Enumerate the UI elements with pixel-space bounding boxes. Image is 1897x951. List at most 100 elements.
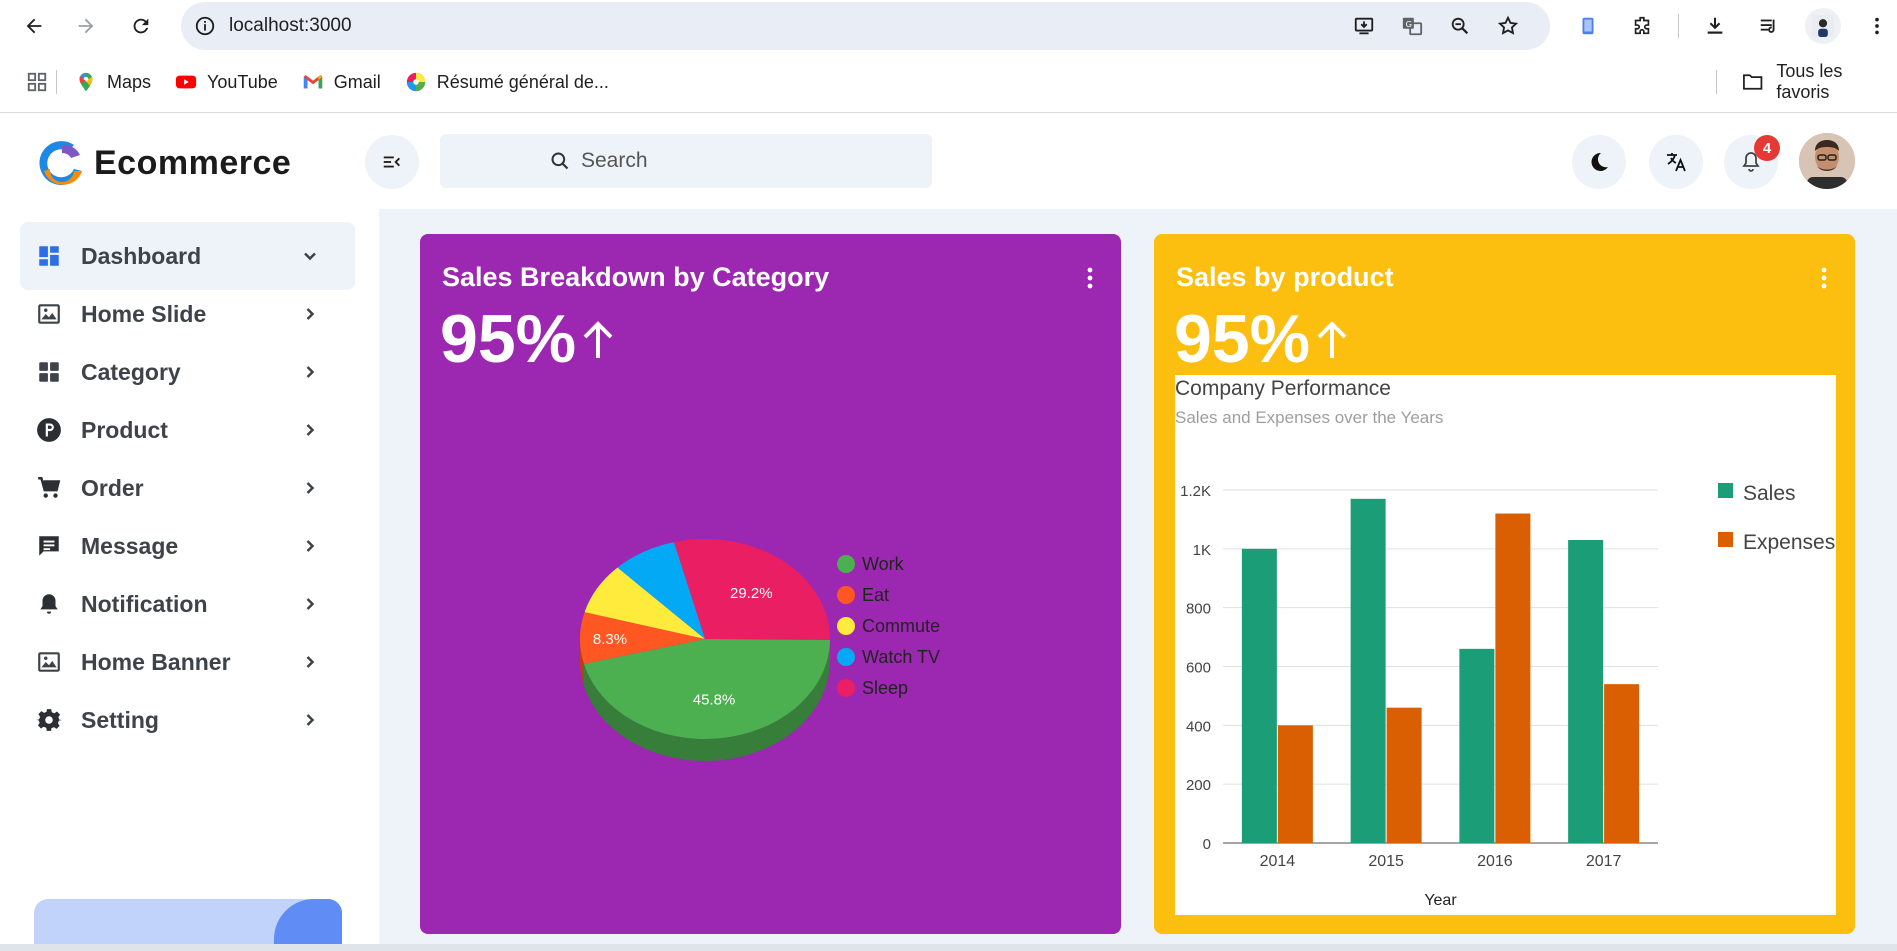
- language-button[interactable]: [1649, 135, 1703, 189]
- arrow-up-icon: [583, 321, 613, 358]
- extension-phone-icon[interactable]: [1570, 8, 1606, 44]
- bar-expenses-2016[interactable]: [1495, 513, 1531, 843]
- y-tick-label: 200: [1186, 777, 1211, 794]
- menu-collapse-icon: [383, 156, 400, 168]
- x-tick-label: 2014: [1260, 853, 1296, 870]
- translate-icon: [1667, 153, 1686, 172]
- chevron-right-icon: [306, 308, 315, 320]
- bar-expenses-2015[interactable]: [1386, 707, 1422, 843]
- notification-badge: 4: [1754, 135, 1780, 161]
- browser-profile-avatar[interactable]: [1805, 8, 1841, 44]
- translate-icon[interactable]: G: [1394, 8, 1430, 44]
- media-control-icon[interactable]: [1751, 8, 1787, 44]
- address-bar[interactable]: localhost:3000 G: [181, 2, 1550, 50]
- category-icon: [39, 362, 59, 382]
- image-icon: [38, 304, 60, 324]
- legend-label: Sleep: [862, 678, 908, 698]
- legend-label: Work: [862, 554, 905, 574]
- legend-marker: [837, 586, 855, 604]
- gmail-icon: [303, 75, 322, 89]
- user-avatar[interactable]: [1799, 133, 1855, 189]
- bookmark-label: YouTube: [207, 71, 278, 92]
- theme-toggle-button[interactable]: [1572, 135, 1626, 189]
- bookmark-maps[interactable]: Maps: [75, 71, 151, 93]
- company-performance-chart: Company Performance Sales and Expenses ov…: [1175, 375, 1836, 915]
- bookmark-label: Résumé général de...: [436, 71, 609, 92]
- y-tick-label: 1K: [1193, 542, 1211, 559]
- bookmarks-right-divider: [1716, 70, 1717, 94]
- chevron-right-icon: [306, 714, 315, 726]
- search-input[interactable]: [581, 146, 911, 176]
- site-info-icon[interactable]: [187, 8, 223, 44]
- y-tick-label: 800: [1186, 601, 1211, 618]
- bar-expenses-2017[interactable]: [1604, 684, 1640, 843]
- install-app-icon[interactable]: [1346, 8, 1382, 44]
- svg-text:G: G: [1406, 19, 1412, 29]
- notifications-button[interactable]: 4: [1724, 135, 1780, 189]
- category-pie-chart: 29.2% 45.8% 8.3% Work Eat Commute Watch TV Slee…: [580, 539, 940, 761]
- bookmark-youtube[interactable]: YouTube: [175, 71, 278, 93]
- chevron-right-icon: [306, 656, 315, 668]
- main-content: Sales Breakdown by Category 95% 29.2% 45.…: [379, 209, 1897, 951]
- pie-slice-label: 45.8%: [693, 692, 736, 709]
- search-bar: [440, 134, 932, 188]
- url-text[interactable]: localhost:3000: [229, 15, 352, 37]
- browser-menu-icon[interactable]: [1859, 8, 1895, 44]
- image-icon: [38, 652, 60, 672]
- sidebar-item-setting[interactable]: Setting: [20, 686, 355, 754]
- sidebar: Dashboard Home Slide Category Product Or…: [0, 209, 379, 951]
- maps-icon: [79, 72, 93, 92]
- bar-chart-svg: Company Performance Sales and Expenses ov…: [1175, 377, 1835, 909]
- arrow-right-icon: [78, 18, 94, 34]
- bookmark-star-icon[interactable]: [1490, 8, 1526, 44]
- card-title: Sales by product: [1176, 262, 1394, 292]
- sidebar-item-label: Setting: [81, 707, 159, 733]
- bookmark-resume[interactable]: Résumé général de...: [405, 71, 609, 93]
- sales-category-card: Sales Breakdown by Category 95% 29.2% 45.…: [420, 234, 1121, 934]
- apps-grid-icon[interactable]: [26, 71, 48, 93]
- sidebar-toggle-button[interactable]: [365, 135, 419, 189]
- logo[interactable]: Ecommerce: [34, 135, 291, 191]
- pie-slice-label: 8.3%: [593, 631, 627, 648]
- forward-button[interactable]: [66, 6, 106, 46]
- bar-expenses-2014[interactable]: [1277, 725, 1313, 843]
- bar-sales-2016[interactable]: [1459, 648, 1495, 843]
- sidebar-item-label: Message: [81, 533, 179, 559]
- more-vertical-icon[interactable]: [1085, 266, 1095, 290]
- bar-sales-2017[interactable]: [1568, 540, 1604, 843]
- reload-icon: [133, 18, 149, 34]
- arrow-up-icon: [1317, 321, 1347, 358]
- bar-sales-2014[interactable]: [1241, 548, 1277, 843]
- chevron-right-icon: [306, 540, 315, 552]
- search-icon: [551, 152, 569, 170]
- bar-sales-2015[interactable]: [1350, 498, 1386, 843]
- product-icon: [37, 418, 61, 442]
- legend-marker: [1718, 483, 1733, 498]
- legend-label: Expenses: [1743, 531, 1835, 554]
- all-bookmarks[interactable]: Tous les favoris: [1716, 61, 1897, 103]
- legend-marker: [837, 648, 855, 666]
- more-vertical-icon[interactable]: [1819, 266, 1829, 290]
- sidebar-item-label: Home Slide: [81, 301, 207, 327]
- legend-label: Watch TV: [862, 647, 940, 667]
- extensions-puzzle-icon[interactable]: [1624, 8, 1660, 44]
- x-tick-label: 2015: [1368, 853, 1404, 870]
- zoom-icon[interactable]: [1442, 8, 1478, 44]
- chevron-right-icon: [306, 424, 315, 436]
- x-tick-label: 2016: [1477, 853, 1513, 870]
- sidebar-item-label: Order: [81, 475, 144, 501]
- bookmark-gmail[interactable]: Gmail: [302, 71, 381, 93]
- logo-text: Ecommerce: [94, 143, 292, 182]
- horizontal-scrollbar[interactable]: [0, 944, 1897, 951]
- sidebar-item-label: Dashboard: [81, 243, 202, 269]
- bookmark-label: Gmail: [333, 71, 381, 92]
- legend-label: Eat: [862, 585, 889, 605]
- color-wheel-icon: [406, 72, 425, 92]
- downloads-icon[interactable]: [1697, 8, 1733, 44]
- legend-marker: [837, 617, 855, 635]
- back-button[interactable]: [14, 6, 54, 46]
- reload-button[interactable]: [121, 6, 161, 46]
- message-icon: [39, 536, 59, 556]
- folder-icon: [1743, 74, 1763, 90]
- logo-icon: [39, 141, 82, 186]
